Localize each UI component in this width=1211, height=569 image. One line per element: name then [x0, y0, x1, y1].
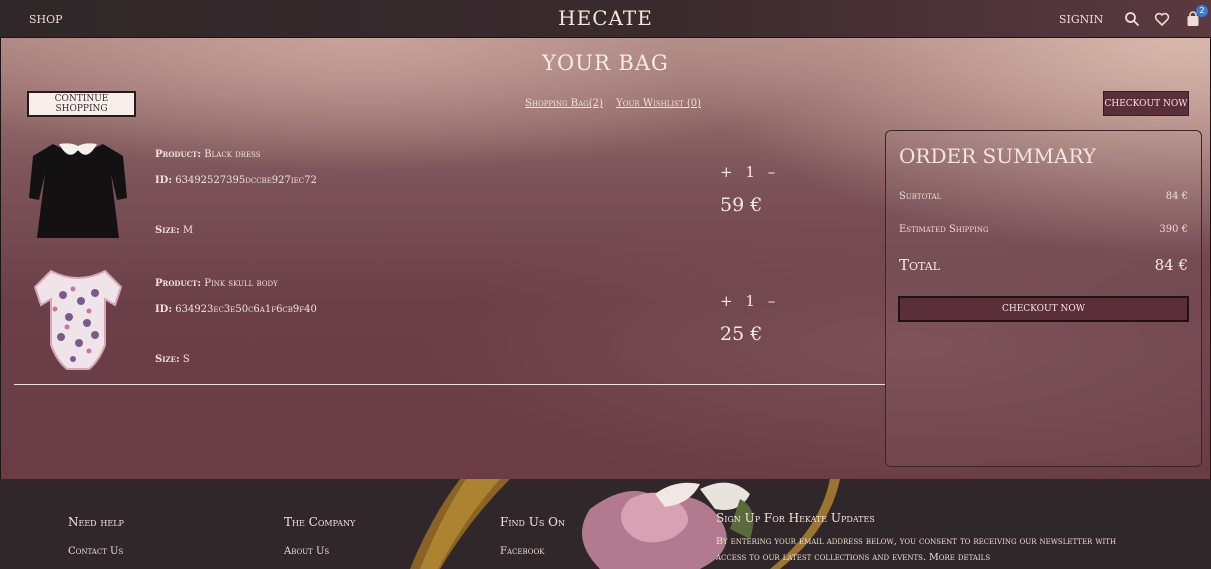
shipping-row: Estimated Shipping 390 €	[899, 224, 1188, 235]
id-label: ID:	[155, 175, 173, 186]
product-id: 634923ec3e50c6a1f6cb9f40	[175, 304, 317, 315]
brand-logo[interactable]: HECATE	[558, 6, 653, 30]
black-dress-image[interactable]	[23, 136, 133, 246]
order-summary: ORDER SUMMARY Subtotal 84 € Estimated Sh…	[885, 130, 1202, 467]
items-divider	[14, 384, 885, 385]
wishlist-link[interactable]: Your Wishlist (0)	[616, 98, 701, 109]
total-label: Total	[899, 256, 941, 274]
item-price: 59 €	[720, 194, 763, 216]
product-label: Product:	[155, 149, 202, 160]
shipping-value: 390 €	[1159, 224, 1188, 235]
newsletter-signup: Sign Up For Hekate Updates By entering y…	[716, 511, 1146, 566]
page-title-wrap: YOUR BAG	[1, 51, 1210, 75]
product-id: 63492527395dccbe927iec72	[175, 175, 317, 186]
contact-us-link[interactable]: Contact Us	[68, 546, 124, 557]
heart-icon[interactable]	[1154, 11, 1170, 27]
quantity-stepper: + 1 –	[720, 163, 782, 181]
quantity-stepper: + 1 –	[720, 292, 782, 310]
total-value: 84 €	[1154, 256, 1188, 274]
quantity-value: 1	[745, 292, 756, 310]
about-us-link[interactable]: About Us	[284, 546, 355, 557]
product-name: Pink skull body	[204, 278, 278, 289]
product-name: Black dress	[204, 149, 261, 160]
need-help-column: Need help Contact Us	[68, 515, 124, 557]
bag-links: Shopping Bag(2) Your Wishlist (0)	[525, 98, 711, 109]
footer: Need help Contact Us The Company About U…	[0, 479, 1211, 569]
id-label: ID:	[155, 304, 173, 315]
increase-quantity-button[interactable]: +	[720, 163, 734, 181]
top-nav: SHOP HECATE SIGNIN 2	[0, 0, 1211, 38]
bag-page: YOUR BAG CONTINUE SHOPPING Shopping Bag(…	[0, 38, 1211, 479]
search-icon[interactable]	[1124, 11, 1140, 27]
facebook-link[interactable]: Facebook	[500, 546, 565, 557]
increase-quantity-button[interactable]: +	[720, 292, 734, 310]
product-size: M	[182, 225, 194, 236]
subtotal-label: Subtotal	[899, 191, 942, 202]
size-label: Size:	[155, 225, 180, 236]
total-row: Total 84 €	[899, 256, 1188, 274]
shop-link[interactable]: SHOP	[29, 13, 63, 26]
decrease-quantity-button[interactable]: –	[768, 292, 777, 310]
find-us-heading: Find Us On	[500, 515, 565, 529]
checkout-now-button[interactable]: CHECKOUT NOW	[898, 296, 1189, 322]
need-help-heading: Need help	[68, 515, 124, 529]
cart-count-badge: 2	[1196, 5, 1208, 17]
brand-logo-wrap: HECATE	[0, 6, 1211, 30]
order-summary-title: ORDER SUMMARY	[899, 144, 1097, 168]
item-price: 25 €	[720, 323, 763, 345]
cart-item: Product: Pink skull body ID: 634923ec3e5…	[23, 265, 873, 381]
size-label: Size:	[155, 354, 180, 365]
signin-link[interactable]: SIGNIN	[1059, 13, 1103, 26]
page-title: YOUR BAG	[542, 51, 669, 75]
signup-text: By entering your email address below, yo…	[716, 536, 1117, 563]
product-label: Product:	[155, 278, 202, 289]
shopping-bag-link[interactable]: Shopping Bag(2)	[525, 98, 603, 109]
quantity-value: 1	[745, 163, 756, 181]
continue-shopping-button[interactable]: CONTINUE SHOPPING	[27, 91, 136, 117]
subtotal-row: Subtotal 84 €	[899, 191, 1188, 202]
subtotal-value: 84 €	[1165, 191, 1188, 202]
product-size: S	[182, 354, 190, 365]
find-us-column: Find Us On Facebook	[500, 515, 565, 557]
decrease-quantity-button[interactable]: –	[768, 163, 777, 181]
company-column: The Company About Us	[284, 515, 355, 557]
shipping-label: Estimated Shipping	[899, 224, 989, 235]
pink-skull-body-image[interactable]	[23, 265, 133, 375]
company-heading: The Company	[284, 515, 356, 529]
cart-item: Product: Black dress ID: 63492527395dccb…	[23, 136, 873, 252]
signup-heading: Sign Up For Hekate Updates	[716, 511, 875, 525]
checkout-now-top-button[interactable]: CHECKOUT NOW	[1103, 91, 1189, 116]
